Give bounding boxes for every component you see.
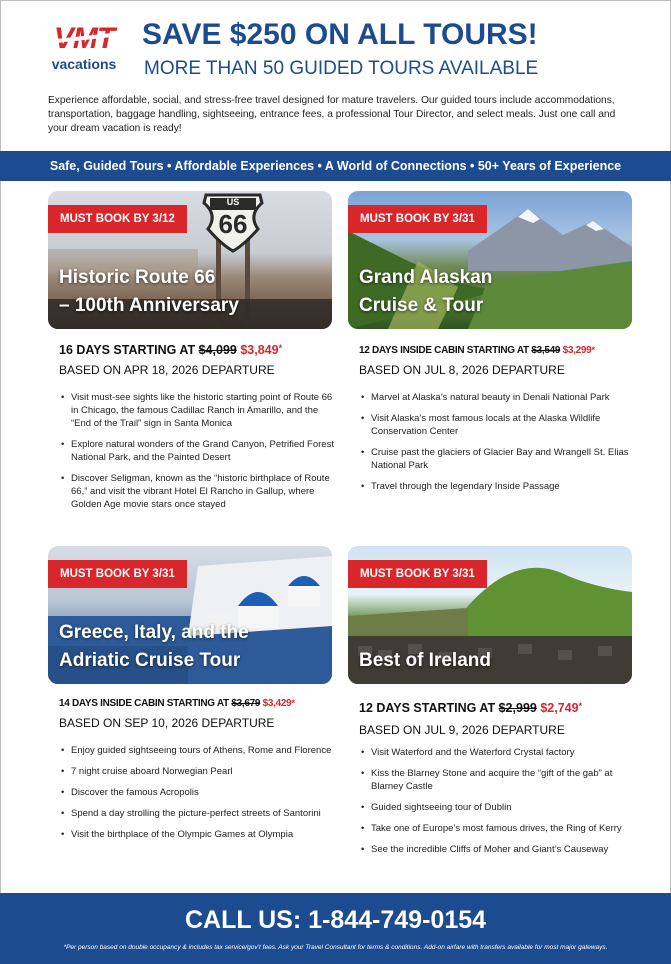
- tour-title-line2: Adriatic Cruise Tour: [59, 650, 241, 671]
- price-asterisk: *: [291, 698, 295, 708]
- tour-card-route-66[interactable]: US 66 MUST BOOK BY 3/12 Historic Route 6…: [48, 191, 340, 536]
- tour-highlights: Marvel at Alaska’s natural beauty in Den…: [359, 391, 637, 501]
- tour-highlights: Enjoy guided sightseeing tours of Athens…: [59, 744, 337, 849]
- tour-card-greece-italy[interactable]: MUST BOOK BY 3/31 Greece, Italy, and the…: [48, 546, 340, 886]
- list-item: Spend a day strolling the picture-perfec…: [59, 807, 337, 820]
- list-item: Discover the famous Acropolis: [59, 786, 337, 799]
- price-asterisk: *: [591, 345, 595, 355]
- list-item: Explore natural wonders of the Grand Can…: [59, 438, 337, 464]
- intro-paragraph: Experience affordable, social, and stres…: [48, 95, 616, 134]
- list-item: Marvel at Alaska’s natural beauty in Den…: [359, 391, 637, 404]
- price-asterisk: *: [578, 701, 583, 711]
- tour-price: 12 DAYS STARTING AT $2,999 $2,749*: [359, 701, 649, 715]
- header: VMT vacations SAVE $250 ON ALL TOURS! MO…: [40, 14, 660, 84]
- tour-departure: BASED ON JUL 8, 2026 DEPARTURE: [359, 363, 565, 377]
- price-prefix: 12 DAYS STARTING AT: [359, 701, 499, 715]
- list-item: Guided sightseeing tour of Dublin: [359, 801, 637, 814]
- price-prefix: 12 DAYS INSIDE CABIN STARTING AT: [359, 345, 532, 356]
- list-item: Visit Waterford and the Waterford Crysta…: [359, 746, 637, 759]
- sign-top-label: US: [226, 197, 240, 207]
- new-price: $3,429: [262, 698, 292, 709]
- tour-title-line1: Historic Route 66: [59, 267, 216, 288]
- list-item: Take one of Europe’s most famous drives,…: [359, 822, 637, 835]
- tour-price: 14 DAYS INSIDE CABIN STARTING AT $3,679 …: [59, 698, 349, 709]
- new-price: $3,849: [240, 343, 279, 357]
- list-item: 7 night cruise aboard Norwegian Pearl: [59, 765, 337, 778]
- old-price: $3,679: [231, 698, 261, 709]
- sign-number-label: 66: [218, 209, 248, 239]
- footer: CALL US: 1-844-749-0154 *Per person base…: [0, 893, 671, 964]
- old-price: $3,549: [531, 345, 561, 356]
- old-price: $2,999: [498, 701, 537, 715]
- price-prefix: 16 DAYS STARTING AT: [59, 343, 199, 357]
- call-phone-number[interactable]: CALL US: 1-844-749-0154: [0, 905, 671, 935]
- tour-price: 16 DAYS STARTING AT $4,099 $3,849*: [59, 343, 349, 357]
- list-item: Enjoy guided sightseeing tours of Athens…: [59, 744, 337, 757]
- price-prefix: 14 DAYS INSIDE CABIN STARTING AT: [59, 698, 232, 709]
- deadline-badge: MUST BOOK BY 3/31: [348, 205, 487, 233]
- list-item: Cruise past the glaciers of Glacier Bay …: [359, 446, 637, 472]
- list-item: Visit Alaska’s most famous locals at the…: [359, 412, 637, 438]
- tour-departure: BASED ON JUL 9, 2026 DEPARTURE: [359, 723, 565, 737]
- old-price: $4,099: [198, 343, 237, 357]
- tour-title-line1: Grand Alaskan: [359, 267, 493, 288]
- tour-card-grand-alaskan[interactable]: MUST BOOK BY 3/31 Grand Alaskan Cruise &…: [348, 191, 640, 536]
- tour-title-line2: – 100th Anniversary: [59, 295, 239, 316]
- disclaimer: *Per person based on double occupancy & …: [63, 944, 608, 951]
- subheadline: MORE THAN 50 GUIDED TOURS AVAILABLE: [144, 58, 539, 79]
- deadline-badge: MUST BOOK BY 3/31: [48, 560, 187, 588]
- tour-title-line1: Best of Ireland: [359, 650, 491, 671]
- tour-highlights: Visit must-see sights like the historic …: [59, 391, 337, 519]
- tour-highlights: Visit Waterford and the Waterford Crysta…: [359, 746, 637, 864]
- logo-subtitle: vacations: [51, 56, 117, 72]
- price-asterisk: *: [278, 343, 283, 353]
- tour-title-line2: Cruise & Tour: [359, 295, 484, 316]
- deadline-badge: MUST BOOK BY 3/12: [48, 205, 187, 233]
- tour-departure: BASED ON SEP 10, 2026 DEPARTURE: [59, 716, 275, 730]
- deadline-badge: MUST BOOK BY 3/31: [348, 560, 487, 588]
- new-price: $3,299: [562, 345, 592, 356]
- list-item: See the incredible Cliffs of Moher and G…: [359, 843, 637, 856]
- list-item: Visit must-see sights like the historic …: [59, 391, 337, 430]
- new-price: $2,749: [540, 701, 579, 715]
- list-item: Visit the birthplace of the Olympic Game…: [59, 828, 337, 841]
- list-item: Kiss the Blarney Stone and acquire the “…: [359, 767, 637, 793]
- tour-title-line1: Greece, Italy, and the: [59, 622, 249, 643]
- list-item: Travel through the legendary Inside Pass…: [359, 480, 637, 493]
- benefits-banner: Safe, Guided Tours • Affordable Experien…: [0, 151, 671, 181]
- tour-departure: BASED ON APR 18, 2026 DEPARTURE: [59, 363, 275, 377]
- tour-price: 12 DAYS INSIDE CABIN STARTING AT $3,549 …: [359, 345, 649, 356]
- tour-card-best-of-ireland[interactable]: MUST BOOK BY 3/31 Best of Ireland 12 DAY…: [348, 546, 640, 886]
- vmt-logo: VMT vacations: [48, 24, 120, 74]
- headline: SAVE $250 ON ALL TOURS!: [142, 18, 538, 51]
- list-item: Discover Seligman, known as the “histori…: [59, 472, 337, 511]
